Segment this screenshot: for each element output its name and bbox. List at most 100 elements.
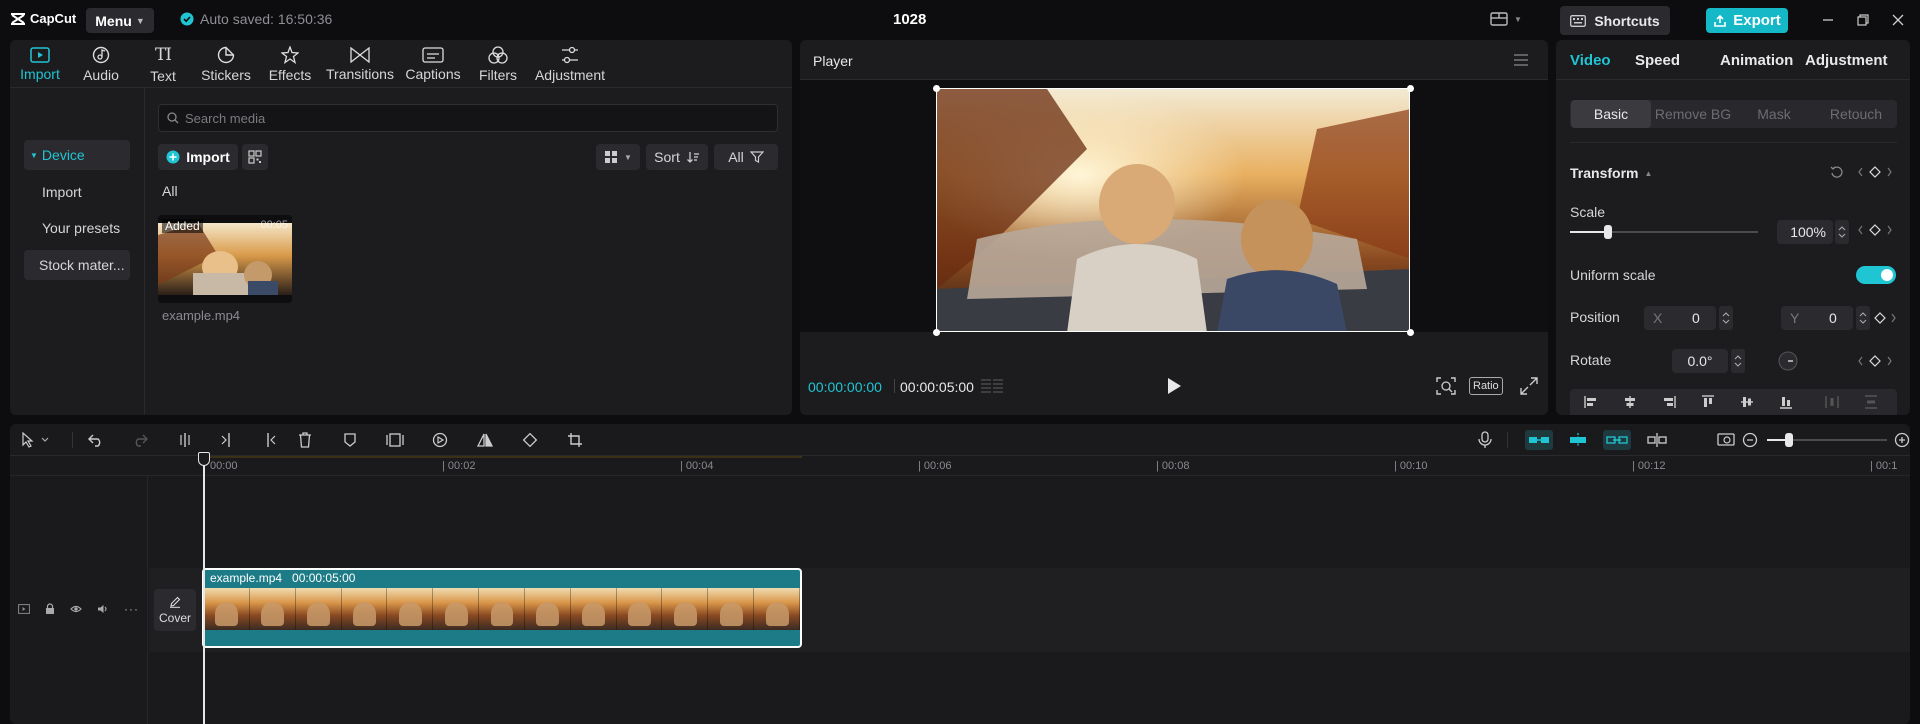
rotate-stepper[interactable] (1731, 349, 1745, 373)
rotate-field[interactable]: 0.0° (1672, 349, 1728, 373)
zoom-slider-handle[interactable] (1785, 433, 1793, 447)
side-item-presets[interactable]: Your presets (24, 213, 130, 243)
tab-audio[interactable]: Audio (70, 40, 132, 88)
tab-adjustment[interactable]: Adjustment (528, 40, 612, 88)
resize-handle[interactable] (1407, 329, 1414, 336)
tab-captions[interactable]: Captions (398, 40, 468, 88)
redo-button[interactable] (130, 430, 150, 450)
layout-switcher[interactable]: ▼ (1490, 12, 1522, 26)
project-title[interactable]: 1028 (893, 11, 926, 28)
cover-button[interactable]: Cover (154, 589, 196, 631)
scale-value-field[interactable]: 100% (1777, 220, 1833, 244)
import-media-button[interactable]: Import (158, 144, 238, 170)
preview-frame[interactable] (936, 88, 1410, 332)
keyframe-transform-button[interactable] (1856, 165, 1894, 179)
fit-screen-button[interactable] (1436, 377, 1456, 395)
split-right-button[interactable] (260, 430, 280, 450)
volume-icon[interactable] (97, 604, 109, 614)
video-clip[interactable]: example.mp4 00:00:05:00 (202, 568, 802, 648)
rotate-button[interactable] (520, 430, 540, 450)
eye-icon[interactable] (70, 604, 82, 614)
tab-animation[interactable]: Animation (1720, 52, 1793, 69)
resize-handle[interactable] (933, 329, 940, 336)
uniform-scale-toggle[interactable] (1856, 266, 1896, 284)
zoom-to-fit-button[interactable] (1716, 430, 1736, 450)
minimize-button[interactable] (1818, 10, 1838, 30)
subtab-retouch[interactable]: Retouch (1815, 100, 1897, 128)
tab-effects[interactable]: Effects (258, 40, 322, 88)
timecode-view-button[interactable] (980, 378, 1004, 396)
menu-button[interactable]: Menu ▼ (86, 8, 154, 33)
rotate-dial[interactable] (1778, 351, 1798, 371)
split-button[interactable] (175, 430, 195, 450)
zoom-in-button[interactable] (1892, 430, 1910, 450)
tab-transitions[interactable]: Transitions (322, 40, 398, 88)
subtab-basic[interactable]: Basic (1571, 100, 1651, 128)
split-left-button[interactable] (217, 430, 237, 450)
reset-transform-button[interactable] (1830, 165, 1844, 179)
linkage-button[interactable] (1603, 430, 1631, 450)
side-item-device[interactable]: ▼ Device (24, 140, 130, 170)
side-item-stock[interactable]: Stock mater... (24, 250, 130, 280)
tab-speed[interactable]: Speed (1635, 52, 1680, 69)
lock-icon[interactable] (45, 603, 55, 615)
scale-stepper[interactable] (1835, 220, 1849, 244)
restore-button[interactable] (1853, 10, 1873, 30)
zoom-out-button[interactable] (1740, 430, 1760, 450)
keyframe-rotate-button[interactable] (1856, 354, 1894, 368)
keyframe-position-button[interactable] (1872, 311, 1896, 325)
position-y-stepper[interactable] (1856, 306, 1870, 330)
export-button[interactable]: Export (1706, 8, 1788, 33)
preview-axis-button[interactable] (1645, 430, 1669, 450)
mirror-button[interactable] (475, 430, 495, 450)
subtab-mask[interactable]: Mask (1734, 100, 1814, 128)
position-y-field[interactable]: Y 0 (1781, 306, 1853, 330)
timeline-ruler[interactable]: 00:00 | 00:02 | 00:04 | 00:06 | 00:08 | … (10, 456, 1910, 476)
ratio-button[interactable]: Ratio (1469, 377, 1503, 395)
transform-header[interactable]: Transform ▲ (1570, 165, 1652, 181)
playhead[interactable] (198, 452, 210, 724)
select-tool-button[interactable] (18, 430, 54, 450)
filter-button[interactable]: All (714, 144, 778, 170)
tab-filters[interactable]: Filters (468, 40, 528, 88)
playhead-handle[interactable] (198, 452, 210, 466)
filmstrip-figure (490, 602, 514, 626)
crop-button[interactable] (565, 430, 585, 450)
resize-handle[interactable] (1407, 85, 1414, 92)
shortcuts-button[interactable]: Shortcuts (1560, 6, 1670, 35)
filmstrip-frame (708, 588, 755, 630)
player-menu-button[interactable] (1514, 54, 1528, 66)
tab-stickers[interactable]: Stickers (194, 40, 258, 88)
reset-icon (1830, 166, 1843, 178)
undo-button[interactable] (86, 430, 106, 450)
freeze-button[interactable] (385, 430, 405, 450)
tab-adjustment[interactable]: Adjustment (1805, 52, 1888, 69)
close-button[interactable] (1888, 10, 1908, 30)
marker-button[interactable] (340, 430, 360, 450)
play-button[interactable] (1166, 377, 1182, 395)
keyframe-scale-button[interactable] (1856, 223, 1894, 237)
subtab-remove-bg[interactable]: Remove BG (1652, 100, 1734, 128)
side-item-import[interactable]: Import (24, 177, 130, 207)
scale-slider-handle[interactable] (1603, 225, 1612, 239)
position-x-stepper[interactable] (1719, 306, 1733, 330)
auto-snap-button[interactable] (1566, 430, 1590, 450)
main-track-magnet-button[interactable] (1525, 430, 1553, 450)
tab-video[interactable]: Video (1570, 52, 1611, 69)
zoom-slider[interactable] (1767, 433, 1887, 447)
resize-handle[interactable] (933, 85, 940, 92)
reverse-button[interactable] (430, 430, 450, 450)
position-x-field[interactable]: X 0 (1644, 306, 1716, 330)
tab-text[interactable]: TI Text (132, 40, 194, 88)
sort-button[interactable]: Sort (646, 144, 708, 170)
media-item-thumbnail[interactable]: Added 00:05 (158, 215, 292, 303)
view-mode-button[interactable]: ▼ (596, 144, 640, 170)
search-media-input[interactable]: Search media (158, 104, 778, 132)
record-audio-button[interactable] (1475, 430, 1495, 450)
tab-import[interactable]: Import (10, 40, 70, 88)
more-options-icon[interactable]: ··· (124, 602, 139, 616)
delete-button[interactable] (295, 430, 315, 450)
scale-slider[interactable] (1570, 225, 1758, 239)
qr-import-button[interactable] (242, 144, 268, 170)
fullscreen-button[interactable] (1520, 377, 1538, 395)
